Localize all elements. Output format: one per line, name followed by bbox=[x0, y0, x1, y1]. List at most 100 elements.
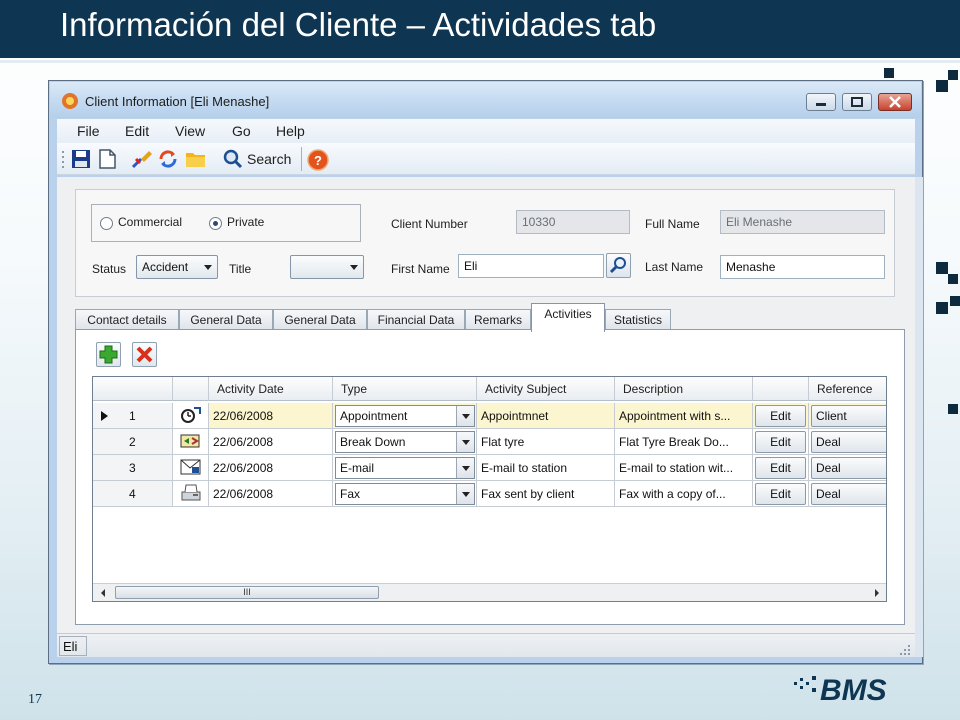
reference-button[interactable]: Client bbox=[811, 405, 886, 427]
scrollbar-thumb[interactable]: III bbox=[115, 586, 379, 599]
tab-general-data-2[interactable]: General Data bbox=[273, 309, 367, 331]
radio-private-label[interactable]: Private bbox=[227, 215, 264, 229]
row-number-cell: 4 bbox=[93, 481, 173, 507]
help-icon[interactable]: ? bbox=[307, 149, 329, 176]
new-icon[interactable] bbox=[97, 149, 117, 174]
status-label: Status bbox=[92, 262, 127, 276]
scroll-right-icon bbox=[875, 589, 879, 597]
refresh-icon[interactable] bbox=[157, 149, 179, 174]
activity-icon-cell bbox=[173, 455, 209, 481]
activity-description-cell[interactable]: Fax with a copy of... bbox=[615, 481, 753, 507]
radio-private[interactable] bbox=[209, 217, 222, 230]
clear-icon[interactable] bbox=[131, 149, 153, 174]
client-number-label: Client Number bbox=[391, 217, 468, 231]
decor-square bbox=[884, 68, 894, 78]
menu-view[interactable]: View bbox=[175, 123, 205, 139]
horizontal-scrollbar[interactable]: III bbox=[93, 583, 886, 601]
edit-button[interactable]: Edit bbox=[755, 457, 806, 479]
client-information-window: Client Information [Eli Menashe] File Ed… bbox=[48, 80, 923, 664]
table-row[interactable]: 1 22/06/2008 Appointment Appointmnet App… bbox=[93, 403, 886, 429]
activity-type-value: Fax bbox=[340, 487, 361, 501]
activity-type-cell: Appointment bbox=[333, 403, 477, 429]
first-name-field[interactable]: Eli bbox=[458, 254, 604, 278]
edit-button[interactable]: Edit bbox=[755, 431, 806, 453]
activity-date-cell[interactable]: 22/06/2008 bbox=[209, 403, 333, 429]
tab-strip: Contact details General Data General Dat… bbox=[75, 303, 905, 332]
activity-type-cell: E-mail bbox=[333, 455, 477, 481]
reference-button[interactable]: Deal bbox=[811, 483, 886, 505]
chevron-down-icon bbox=[350, 265, 358, 270]
activity-type-select[interactable]: E-mail bbox=[335, 457, 475, 479]
save-icon[interactable] bbox=[71, 149, 91, 174]
last-name-label: Last Name bbox=[645, 260, 704, 274]
activity-subject-cell[interactable]: Fax sent by client bbox=[477, 481, 615, 507]
tab-general-data-1[interactable]: General Data bbox=[179, 309, 273, 331]
slide-number: 17 bbox=[28, 692, 42, 707]
delete-activity-button[interactable] bbox=[132, 342, 157, 367]
minimize-icon bbox=[816, 103, 826, 106]
edit-button[interactable]: Edit bbox=[755, 405, 806, 427]
activity-type-select[interactable]: Fax bbox=[335, 483, 475, 505]
tab-activities[interactable]: Activities bbox=[531, 303, 605, 332]
status-bar: Eli bbox=[57, 633, 915, 657]
activity-subject-cell[interactable]: Appointmnet bbox=[477, 403, 615, 429]
tab-statistics[interactable]: Statistics bbox=[605, 309, 671, 331]
activity-description-cell[interactable]: E-mail to station wit... bbox=[615, 455, 753, 481]
table-row[interactable]: 4 22/06/2008 Fax Fax sent by client Fax … bbox=[93, 481, 886, 507]
activity-type-select[interactable]: Break Down bbox=[335, 431, 475, 453]
edit-button[interactable]: Edit bbox=[755, 483, 806, 505]
maximize-button[interactable] bbox=[842, 93, 872, 111]
column-header-reference[interactable]: Reference bbox=[809, 377, 886, 401]
decor-square bbox=[948, 404, 958, 414]
column-header-description[interactable]: Description bbox=[615, 377, 753, 401]
radio-commercial-label[interactable]: Commercial bbox=[118, 215, 182, 229]
search-icon[interactable] bbox=[223, 149, 243, 174]
search-button-label[interactable]: Search bbox=[247, 151, 291, 167]
activity-date-cell[interactable]: 22/06/2008 bbox=[209, 429, 333, 455]
table-row[interactable]: 2 22/06/2008 Break Down Flat tyre Flat T… bbox=[93, 429, 886, 455]
client-area: Commercial Private Status Accident Title… bbox=[57, 177, 915, 657]
column-header-activity-date[interactable]: Activity Date bbox=[209, 377, 333, 401]
activity-date-cell[interactable]: 22/06/2008 bbox=[209, 481, 333, 507]
plus-icon bbox=[99, 345, 118, 364]
activity-date-cell[interactable]: 22/06/2008 bbox=[209, 455, 333, 481]
lookup-button[interactable] bbox=[606, 253, 631, 278]
bms-logo: BMS bbox=[792, 668, 904, 713]
status-select[interactable]: Accident bbox=[136, 255, 218, 279]
tab-contact-details[interactable]: Contact details bbox=[75, 309, 179, 331]
activity-type-select[interactable]: Appointment bbox=[335, 405, 475, 427]
activities-grid: Activity Date Type Activity Subject Desc… bbox=[92, 376, 887, 602]
tab-financial-data[interactable]: Financial Data bbox=[367, 309, 465, 331]
menu-edit[interactable]: Edit bbox=[125, 123, 149, 139]
table-row[interactable]: 3 22/06/2008 E-mail E-mail to station E-… bbox=[93, 455, 886, 481]
menu-go[interactable]: Go bbox=[232, 123, 251, 139]
minimize-button[interactable] bbox=[806, 93, 836, 111]
column-header-activity-subject[interactable]: Activity Subject bbox=[477, 377, 615, 401]
activity-description-cell[interactable]: Appointment with s... bbox=[615, 403, 753, 429]
appointment-icon bbox=[181, 407, 201, 423]
toolbar-separator bbox=[301, 147, 303, 176]
reference-button[interactable]: Deal bbox=[811, 457, 886, 479]
bms-logo-text: BMS bbox=[820, 674, 887, 707]
chevron-down-icon bbox=[204, 265, 212, 270]
window-title: Client Information [Eli Menashe] bbox=[85, 94, 270, 109]
activity-subject-cell[interactable]: Flat tyre bbox=[477, 429, 615, 455]
menu-file[interactable]: File bbox=[77, 123, 100, 139]
activity-description-cell[interactable]: Flat Tyre Break Do... bbox=[615, 429, 753, 455]
reference-button[interactable]: Deal bbox=[811, 431, 886, 453]
radio-commercial[interactable] bbox=[100, 217, 113, 230]
close-button[interactable] bbox=[878, 93, 912, 111]
tab-remarks[interactable]: Remarks bbox=[465, 309, 531, 331]
add-activity-button[interactable] bbox=[96, 342, 121, 367]
folder-icon[interactable] bbox=[185, 149, 207, 174]
column-header-type[interactable]: Type bbox=[333, 377, 477, 401]
last-name-field[interactable]: Menashe bbox=[720, 255, 885, 279]
title-bar[interactable]: Client Information [Eli Menashe] bbox=[50, 82, 921, 118]
title-select[interactable] bbox=[290, 255, 364, 279]
column-header-edit bbox=[753, 377, 809, 401]
activity-subject-cell[interactable]: E-mail to station bbox=[477, 455, 615, 481]
decor-square bbox=[936, 302, 948, 314]
row-number-cell: 2 bbox=[93, 429, 173, 455]
menu-help[interactable]: Help bbox=[276, 123, 305, 139]
activity-icon-cell bbox=[173, 481, 209, 507]
